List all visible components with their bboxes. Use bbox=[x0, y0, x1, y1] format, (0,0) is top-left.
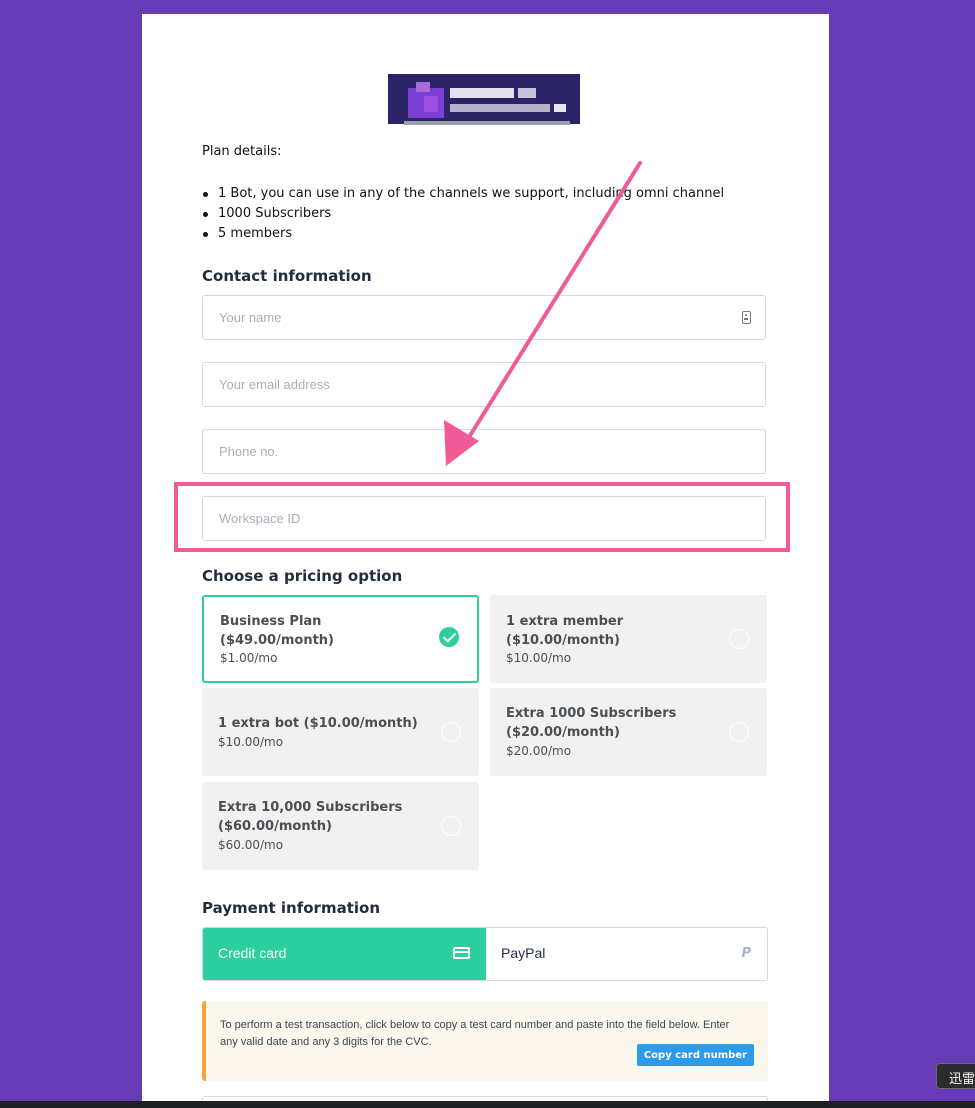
xunlei-badge[interactable]: 迅雷 bbox=[936, 1063, 975, 1089]
taskbar-strip bbox=[0, 1101, 975, 1108]
annotation-arrow bbox=[444, 161, 642, 466]
